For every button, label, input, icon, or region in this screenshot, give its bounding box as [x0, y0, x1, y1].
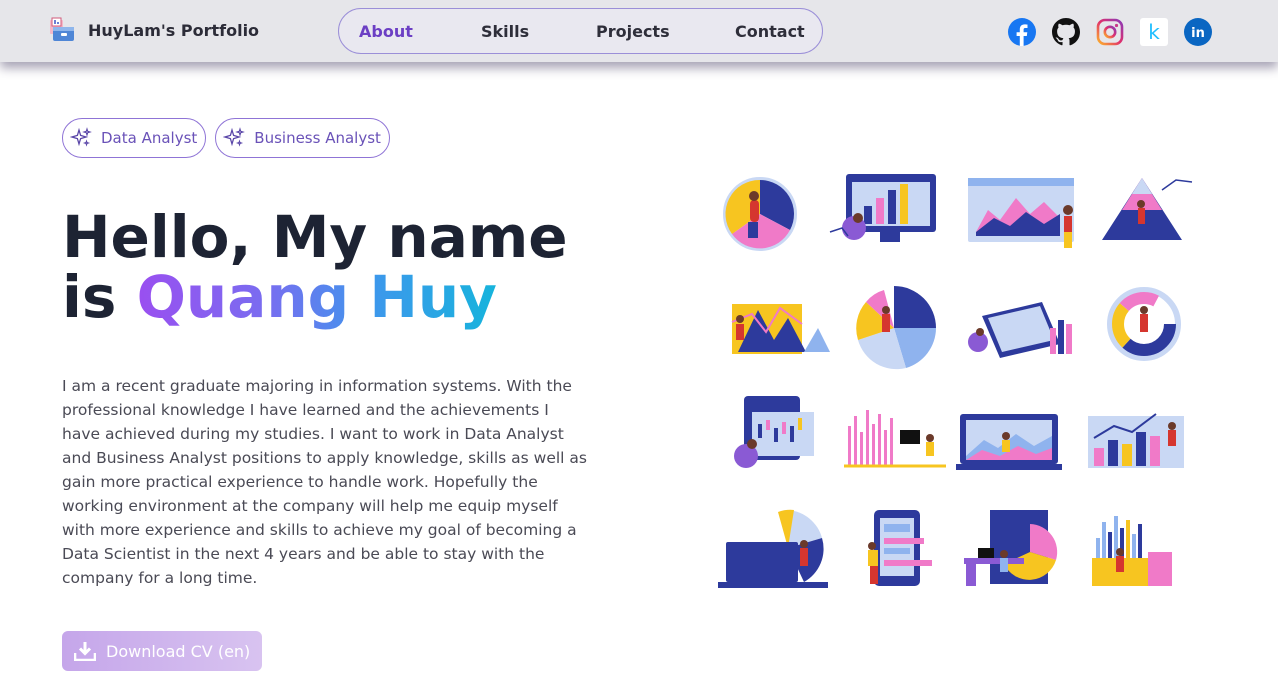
brand[interactable]: HuyLam's Portfolio: [48, 17, 259, 43]
download-cv-label: Download CV (en): [106, 641, 251, 661]
bar-chart-growth-illustration: [1084, 396, 1196, 486]
nav-link-contact[interactable]: Contact: [735, 22, 805, 41]
svg-text:k: k: [1148, 20, 1160, 44]
nav-link-projects[interactable]: Projects: [596, 22, 670, 41]
sparkles-icon: [223, 127, 246, 147]
office-desk-pie-illustration: [964, 508, 1076, 598]
hero-name: Quang Huy: [136, 263, 497, 331]
download-icon: [74, 642, 96, 661]
tag-label: Data Analyst: [101, 129, 198, 147]
pie-chart-illustration: [718, 170, 830, 260]
kaggle-icon[interactable]: k: [1139, 17, 1168, 46]
calendar-analytics-illustration: [964, 284, 1076, 374]
download-cv-button[interactable]: Download CV (en): [62, 631, 262, 671]
github-icon[interactable]: [1051, 17, 1080, 46]
laptop-waves-illustration: [954, 396, 1066, 486]
browser-area-chart-illustration: [964, 170, 1076, 260]
tag-data-analyst: Data Analyst: [62, 118, 207, 158]
bio-paragraph: I am a recent graduate majoring in infor…: [62, 377, 587, 587]
nav-menu: About Skills Projects Contact: [338, 8, 823, 54]
facebook-icon[interactable]: [1007, 17, 1036, 46]
portfolio-folder-icon: [48, 17, 76, 43]
histogram-desk-illustration: [838, 396, 950, 486]
hero-greeting: Hello, My name: [62, 203, 568, 271]
phone-dashboard-illustration: [848, 508, 960, 598]
nav-link-skills[interactable]: Skills: [481, 22, 529, 41]
laptop-pie-illustration: [718, 508, 830, 598]
social-links: k in: [1007, 17, 1212, 46]
hero-heading: Hello, My name is Quang Huy: [62, 207, 568, 327]
candlestick-tablet-illustration: [724, 396, 836, 486]
nav-link-about[interactable]: About: [359, 22, 413, 41]
role-tags: Data Analyst Business Analyst: [62, 118, 399, 158]
radial-chart-illustration: [854, 284, 966, 374]
hero-is: is: [62, 263, 117, 331]
svg-text:in: in: [1191, 26, 1205, 41]
navbar: HuyLam's Portfolio About Skills Projects…: [0, 0, 1278, 62]
brand-name: HuyLam's Portfolio: [88, 20, 260, 40]
pyramid-chart-illustration: [1096, 170, 1208, 260]
sparkles-icon: [70, 127, 92, 147]
tag-business-analyst: Business Analyst: [215, 118, 390, 158]
instagram-icon[interactable]: [1095, 17, 1124, 46]
monitor-bar-chart-illustration: [828, 170, 940, 260]
linkedin-icon[interactable]: in: [1183, 17, 1212, 46]
mountain-chart-illustration: [718, 284, 830, 374]
donut-chart-illustration: [1104, 284, 1216, 374]
bar-chart-workspace-illustration: [1088, 508, 1200, 598]
tag-label: Business Analyst: [254, 129, 381, 147]
